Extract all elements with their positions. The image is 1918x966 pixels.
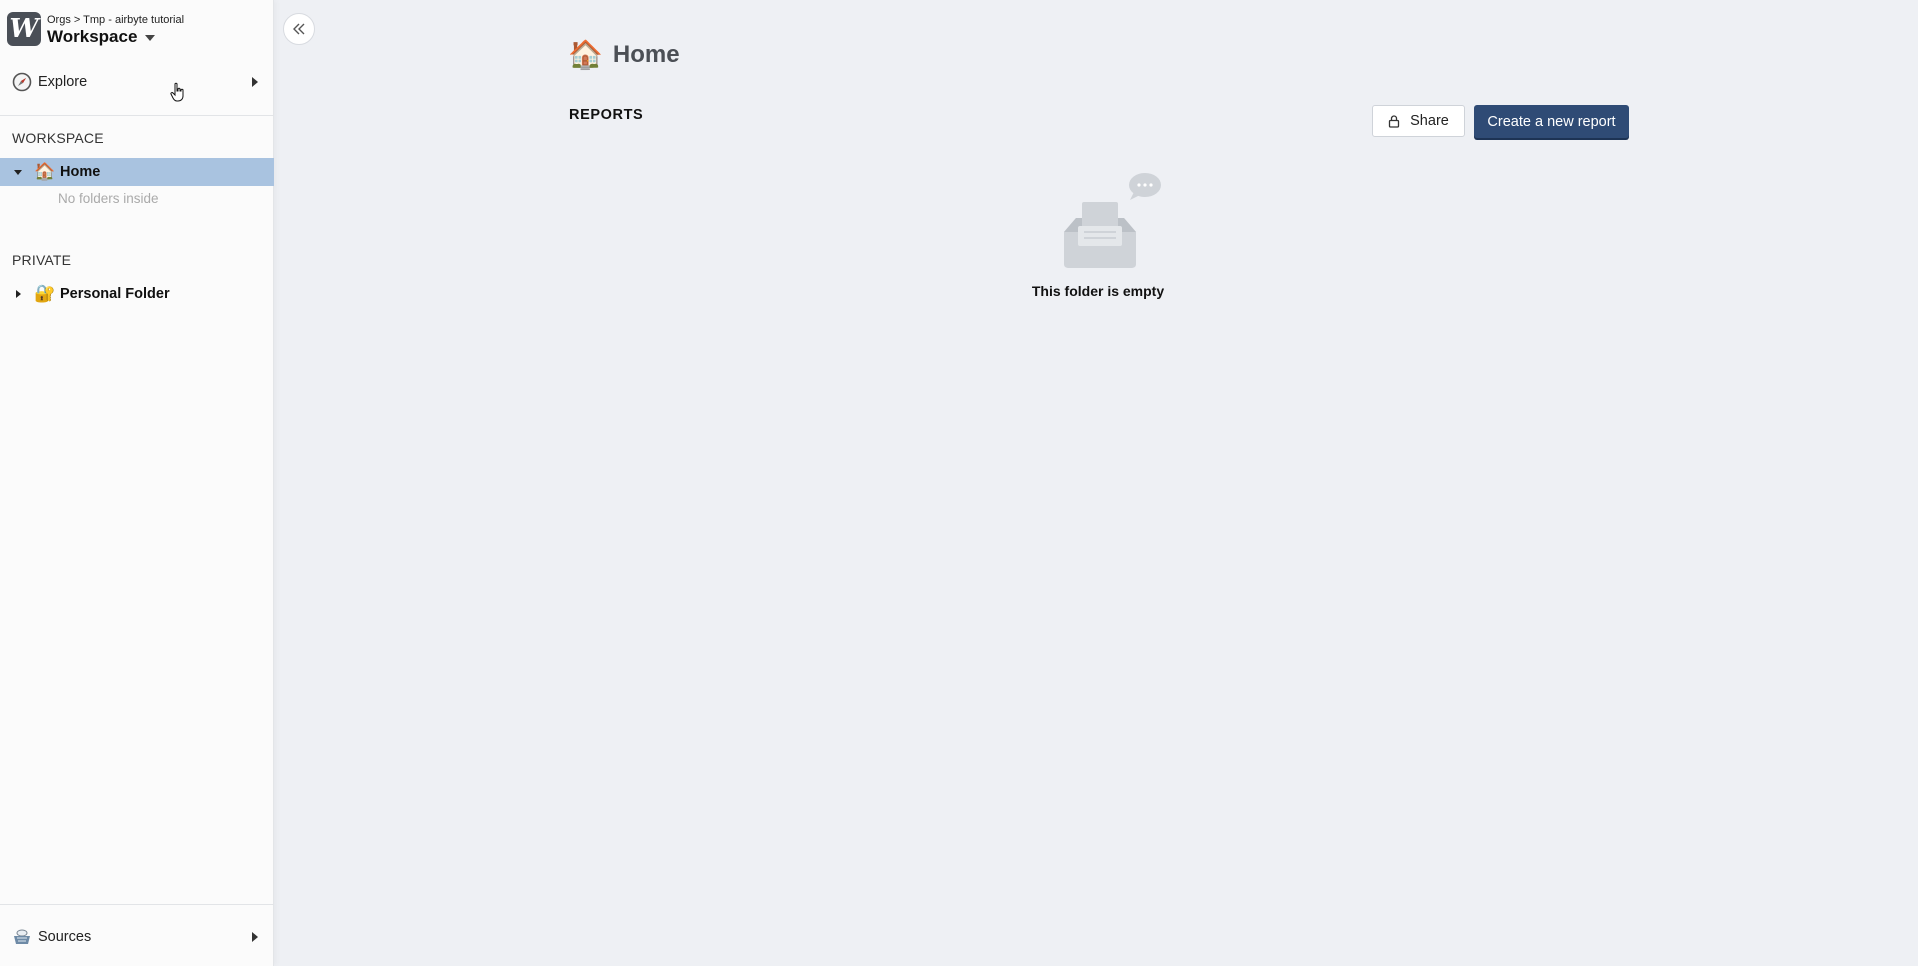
workspace-section-title: WORKSPACE xyxy=(12,130,104,146)
share-label: Share xyxy=(1410,113,1449,129)
tree-item-personal-folder[interactable]: 🔐 Personal Folder xyxy=(0,280,274,308)
empty-inbox-icon xyxy=(1058,172,1164,277)
share-button[interactable]: Share xyxy=(1372,105,1465,137)
caret-down-icon xyxy=(14,169,22,175)
sources-label: Sources xyxy=(38,929,92,945)
explore-label: Explore xyxy=(38,74,88,90)
house-icon: 🏠 xyxy=(568,39,603,70)
sidebar: W Orgs > Tmp - airbyte tutorial Workspac… xyxy=(0,0,274,966)
lock-icon xyxy=(1388,114,1400,128)
chevron-right-icon xyxy=(252,932,258,942)
personal-folder-label: Personal Folder xyxy=(60,286,170,302)
tree-item-home[interactable]: 🏠 Home xyxy=(0,158,274,186)
page-title: Home xyxy=(612,40,680,68)
workspace-selector[interactable]: Workspace xyxy=(47,27,184,47)
workspace-header[interactable]: W Orgs > Tmp - airbyte tutorial Workspac… xyxy=(7,12,184,47)
reports-section-title: REPORTS xyxy=(569,107,644,123)
home-label: Home xyxy=(60,164,101,180)
sources-nav[interactable]: Sources xyxy=(0,923,274,951)
no-folders-note: No folders inside xyxy=(58,191,159,206)
expand-caret[interactable] xyxy=(14,169,22,175)
divider xyxy=(0,904,274,905)
create-report-button[interactable]: Create a new report xyxy=(1474,105,1629,138)
private-section-title: PRIVATE xyxy=(12,252,72,268)
empty-folder-message: This folder is empty xyxy=(1031,283,1165,299)
lock-icon: 🔐 xyxy=(34,284,56,303)
chevron-right-icon xyxy=(252,77,258,87)
breadcrumb[interactable]: Orgs > Tmp - airbyte tutorial xyxy=(47,13,184,27)
collapse-sidebar-button[interactable] xyxy=(283,13,315,45)
house-icon: 🏠 xyxy=(34,162,56,181)
double-chevron-left-icon xyxy=(293,23,305,35)
chevron-down-icon xyxy=(145,35,156,41)
workspace-title: Workspace xyxy=(47,27,138,46)
caret-right-icon xyxy=(15,290,21,298)
expand-caret[interactable] xyxy=(14,290,22,298)
explore-nav[interactable]: Explore xyxy=(0,68,274,96)
workspace-text: Orgs > Tmp - airbyte tutorial Workspace xyxy=(47,12,184,47)
workspace-logo: W xyxy=(7,12,41,46)
compass-icon xyxy=(12,72,32,92)
divider xyxy=(0,115,274,116)
page-header: 🏠 Home xyxy=(568,38,680,71)
basket-icon xyxy=(12,927,32,947)
hand-cursor-icon xyxy=(170,82,186,107)
